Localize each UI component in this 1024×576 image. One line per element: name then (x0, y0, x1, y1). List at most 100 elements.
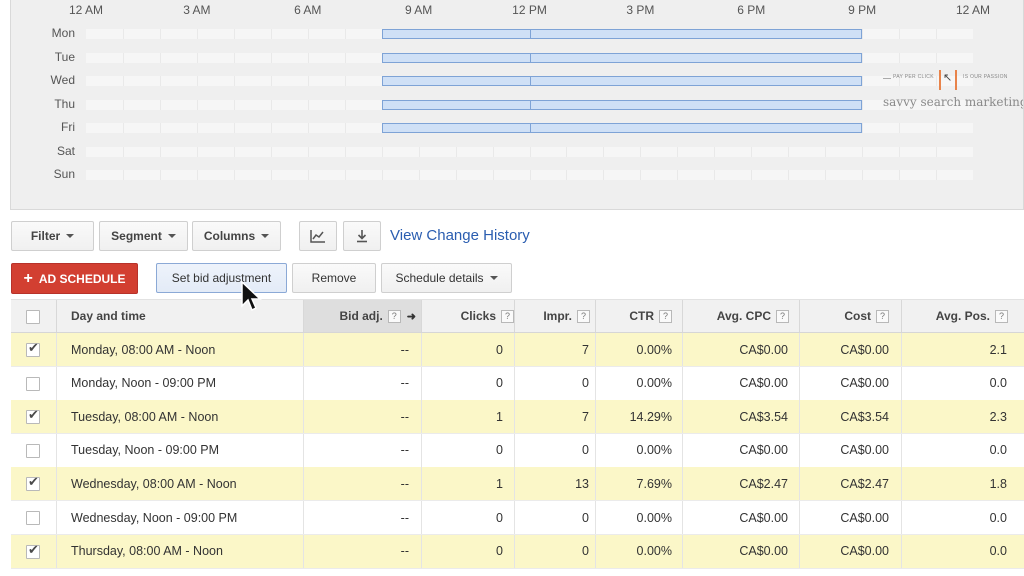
checkmark-icon: ✔ (28, 407, 39, 423)
help-icon[interactable]: ? (387, 309, 401, 323)
segment-dropdown[interactable]: Segment (99, 221, 188, 251)
row-checkbox[interactable]: ✔ (26, 475, 40, 492)
cell-clicks: 0 (496, 443, 503, 458)
table-row[interactable]: ✔ Wednesday, 08:00 AM - Noon -- 1 13 7.69% CA$… (11, 467, 1024, 502)
header-day-and-time[interactable]: Day and time (71, 300, 146, 332)
table-header-row: Day and time Bid adj. ? ➜ Clicks ? Impr.… (11, 299, 1024, 333)
cell-avg-pos: 0.0 (989, 510, 1007, 525)
cell-cost: CA$2.47 (840, 476, 889, 491)
table-row[interactable]: Monday, Noon - 09:00 PM -- 0 0 0.00% CA$0.00 C… (11, 366, 1024, 401)
cell-avg-pos: 2.3 (989, 409, 1007, 424)
cell-avg-cpc: CA$0.00 (739, 510, 788, 525)
cell-cost: CA$0.00 (840, 342, 889, 357)
header-bid-adj[interactable]: Bid adj. ? ➜ (303, 300, 416, 332)
row-checkbox[interactable] (26, 443, 40, 458)
cell-avg-cpc: CA$2.47 (739, 476, 788, 491)
hour-label: 6 AM (294, 3, 322, 17)
download-icon (357, 230, 367, 243)
hour-label: 9 AM (404, 3, 433, 17)
cell-bid-adj[interactable]: -- (303, 535, 409, 568)
view-change-history-link[interactable]: View Change History (390, 227, 530, 244)
help-icon[interactable]: ? (876, 309, 889, 323)
download-button[interactable] (343, 221, 381, 251)
cell-ctr: 7.69% (636, 476, 672, 491)
cell-bid-adj[interactable]: -- (303, 333, 409, 366)
cell-ctr: 0.00% (636, 544, 672, 559)
table-row[interactable]: Wednesday, Noon - 09:00 PM -- 0 0 0.00% CA$0.… (11, 501, 1024, 535)
segment-label: Segment (111, 229, 162, 243)
cell-avg-pos: 1.8 (989, 476, 1007, 491)
header-cost-label: Cost (844, 309, 871, 323)
remove-button[interactable]: Remove (292, 263, 376, 293)
table-row[interactable]: ✔ Tuesday, 08:00 AM - Noon -- 1 7 14.29% CA$3.… (11, 400, 1024, 435)
table-row[interactable]: Tuesday, Noon - 09:00 PM -- 0 0 0.00% CA$0.00… (11, 433, 1024, 468)
help-icon[interactable]: ? (995, 309, 1008, 323)
watermark-cursor-icon: ↖ (943, 72, 953, 84)
day-track (86, 146, 973, 157)
schedule-bar[interactable] (381, 52, 863, 63)
header-avg-pos[interactable]: Avg. Pos. ? (901, 300, 1008, 332)
filter-label: Filter (30, 229, 61, 243)
row-checkbox[interactable]: ✔ (26, 543, 40, 559)
cell-impr: 13 (575, 476, 589, 491)
schedule-details-dropdown[interactable]: Schedule details (381, 263, 512, 293)
table-row[interactable]: ✔ Thursday, 08:00 AM - Noon -- 0 0 0.00% CA$0.… (11, 534, 1024, 569)
help-icon[interactable]: ? (659, 309, 672, 323)
filter-dropdown[interactable]: Filter (11, 221, 94, 251)
select-all-checkbox[interactable] (26, 310, 40, 324)
cell-avg-cpc: CA$0.00 (739, 544, 788, 559)
columns-label: Columns (203, 229, 256, 243)
day-label: Mon (51, 26, 75, 40)
schedule-bar[interactable] (381, 29, 863, 39)
cell-day-time: Wednesday, Noon - 09:00 PM (71, 510, 238, 525)
help-icon[interactable]: ? (577, 309, 590, 323)
cell-bid-adj[interactable]: -- (303, 367, 409, 400)
header-avg-cpc[interactable]: Avg. CPC ? (682, 300, 789, 332)
hour-label: 6 PM (737, 3, 766, 17)
hour-label: 3 AM (183, 3, 211, 17)
schedule-bar[interactable] (381, 99, 863, 110)
cell-ctr: 0.00% (636, 510, 672, 525)
cell-clicks: 1 (496, 476, 503, 491)
day-label: Sat (56, 143, 75, 158)
header-avg-pos-label: Avg. Pos. (935, 309, 990, 323)
schedule-bar[interactable] (381, 123, 863, 133)
cell-clicks: 1 (496, 409, 503, 424)
row-checkbox[interactable]: ✔ (26, 340, 40, 357)
watermark-brand: savvy search marketing (883, 95, 1024, 109)
header-bid-adj-label: Bid adj. (339, 309, 383, 323)
cell-clicks: 0 (496, 342, 503, 357)
header-impr[interactable]: Impr. ? (514, 300, 590, 332)
day-label: Thu (54, 96, 75, 111)
row-checkbox[interactable] (26, 376, 40, 391)
toggle-chart-button[interactable] (299, 221, 337, 251)
header-day-and-time-label: Day and time (71, 309, 146, 323)
cell-cost: CA$0.00 (840, 376, 889, 391)
cell-bid-adj[interactable]: -- (303, 467, 409, 500)
row-checkbox[interactable] (26, 511, 40, 525)
header-cost[interactable]: Cost ? (799, 300, 889, 332)
add-ad-schedule-button[interactable]: + AD SCHEDULE (11, 263, 138, 294)
header-clicks[interactable]: Clicks ? (421, 300, 514, 332)
day-label: Tue (54, 49, 75, 64)
row-checkbox[interactable]: ✔ (26, 407, 40, 425)
schedule-details-label: Schedule details (395, 271, 484, 285)
cell-bid-adj[interactable]: -- (303, 434, 409, 467)
cell-bid-adj[interactable]: -- (303, 400, 409, 433)
set-bid-adjustment-button[interactable]: Set bid adjustment (156, 263, 287, 293)
line-chart-icon (310, 230, 325, 243)
remove-label: Remove (311, 271, 357, 285)
header-ctr[interactable]: CTR ? (595, 300, 672, 332)
checkmark-icon: ✔ (28, 340, 39, 355)
cell-avg-cpc: CA$0.00 (739, 342, 788, 357)
cell-bid-adj[interactable]: -- (303, 501, 409, 534)
cell-ctr: 0.00% (636, 443, 672, 458)
hour-label: 12 AM (955, 3, 991, 17)
cell-impr: 0 (582, 443, 589, 458)
cell-cost: CA$0.00 (840, 544, 889, 559)
table-row[interactable]: ✔ Monday, 08:00 AM - Noon -- 0 7 0.00% CA$0.00… (11, 333, 1024, 367)
schedule-bar[interactable] (381, 76, 863, 86)
help-icon[interactable]: ? (776, 309, 789, 323)
help-icon[interactable]: ? (501, 309, 514, 323)
columns-dropdown[interactable]: Columns (192, 221, 281, 251)
